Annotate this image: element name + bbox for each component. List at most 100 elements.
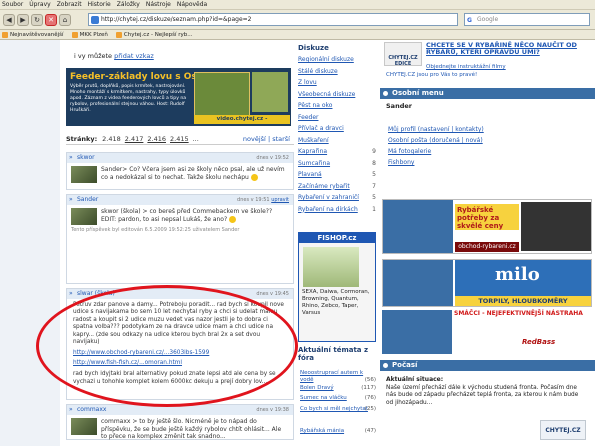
forum-post: » Sander dnes v 19:51 upravit skwor (škola…	[66, 194, 294, 284]
forum-post: » commaxx dnes v 19:38 commaxx > to by ješ…	[66, 404, 294, 440]
pager-label: Stránky:	[66, 134, 98, 143]
smacci-ad[interactable]: SMÁČCI - NEJEFEKTIVNĚJŠÍ NÁSTRAHA RedBas…	[382, 310, 592, 356]
edit-note: Tento příspěvek byl editován 6.5.2009 19…	[71, 227, 240, 233]
arrow-icon: »	[69, 196, 73, 203]
menu-bookmarks[interactable]: Záložky	[117, 1, 140, 8]
milo-logo: milo	[495, 264, 540, 285]
obchod-ad[interactable]: Rybářské potřeby za skvělé ceny obchod-r…	[382, 199, 592, 254]
search-placeholder: Google	[477, 16, 499, 23]
bookmark-item[interactable]: MKK Plzeň	[71, 31, 108, 38]
bullet-icon	[383, 363, 388, 368]
page-link[interactable]: 2.416	[147, 135, 166, 143]
profile-link[interactable]: Můj profil (nastavení | kontakty)	[388, 126, 484, 133]
menu-tools[interactable]: Nástroje	[146, 1, 171, 8]
diskuze-item[interactable]: Rybaření na dírkách 1	[296, 204, 378, 216]
post-author[interactable]: Sander	[77, 196, 98, 203]
chytej-logo: CHYTEJ.CZ	[540, 420, 586, 440]
page-link[interactable]: 2.417	[125, 135, 144, 143]
avatar	[71, 418, 97, 435]
add-message-link[interactable]: přidat vzkaz	[114, 52, 154, 60]
diskuze-item[interactable]: Plavaná 5	[296, 169, 378, 181]
banner-image-2	[252, 72, 288, 112]
reload-button[interactable]: ↻	[31, 13, 43, 26]
bookmark-item[interactable]: Chytej.cz - Nejlepší ryb...	[115, 31, 193, 38]
aktual-item[interactable]: Neoostruprací autem k vodě (56)	[300, 370, 376, 384]
gallery-link[interactable]: Má fotogalerie	[388, 148, 431, 155]
google-icon: G	[467, 17, 472, 24]
bookmark-icon	[115, 31, 122, 38]
diskuze-item[interactable]: Kaprařina 9	[296, 146, 378, 158]
search-input[interactable]: G Google	[464, 13, 590, 26]
older-link[interactable]: starší	[272, 135, 290, 143]
pager-nav: novější | starší	[242, 134, 290, 143]
diskuze-item[interactable]: Stálé diskuze	[296, 66, 378, 78]
home-button[interactable]: ⌂	[59, 13, 71, 26]
aktual-item[interactable]: Co bych si měl nejchytat (25)	[300, 406, 376, 413]
edice-headline[interactable]: CHCETE SE V RYBAŘINĚ NĚCO NAUČIT OD RYBÁ…	[426, 42, 586, 56]
mail-link[interactable]: Osobní pošta (doručená | nová)	[388, 137, 483, 144]
weather-head: Aktuální situace:	[386, 376, 444, 383]
ad-sidebar-block	[383, 260, 453, 306]
edice-sub2[interactable]: CHYTEJ.CZ jsou pro Vás to pravé!	[386, 72, 477, 78]
fishop-image	[303, 247, 359, 287]
aktual-item[interactable]: Sumec na vláčku (76)	[300, 395, 376, 402]
fishop-brands: SEXA, Daiwa, Cormoran, Browning, Quantum…	[302, 289, 370, 316]
url-bar[interactable]: http://chytej.cz/diskuze/seznam.php?id=&…	[88, 13, 458, 26]
back-button[interactable]: ◀	[3, 13, 15, 26]
diskuze-item[interactable]: Regionální diskuze	[296, 54, 378, 66]
post-header: » Sander dnes v 19:51 upravit	[67, 195, 293, 205]
weather-header: Počasí	[380, 360, 595, 371]
banner-url: video.chytej.cz - www.rybarskefilmy.cz	[194, 115, 290, 126]
discussion-menu: Diskuze Regionální diskuze Stálé diskuze…	[296, 40, 378, 446]
diskuze-item[interactable]: Pěst na oko	[296, 100, 378, 112]
edice-ad[interactable]: CHYTEJ.CZ EDICE CHCETE SE V RYBAŘINĚ NĚC…	[384, 42, 590, 70]
menu-file[interactable]: Soubor	[2, 1, 23, 8]
bookmark-icon	[2, 31, 8, 38]
post-author[interactable]: skwor	[77, 154, 95, 161]
forward-button[interactable]: ▶	[17, 13, 29, 26]
ad-sidebar-block	[383, 200, 453, 253]
menu-view[interactable]: Zobrazit	[57, 1, 82, 8]
left-gutter	[0, 40, 60, 446]
site-favicon-icon	[91, 16, 99, 24]
menu-bar: Soubor Úpravy Zobrazit Historie Záložky …	[0, 0, 595, 10]
menu-history[interactable]: Historie	[88, 1, 111, 8]
diskuze-item[interactable]: Všeobecná diskuze	[296, 89, 378, 101]
page-content: i vy můžete přidat vzkaz Feeder-základy …	[0, 40, 595, 446]
fishop-ad[interactable]: FISHOP.cz SEXA, Daiwa, Cormoran, Brownin…	[298, 232, 376, 342]
post-text: commaxx > to by ještě šlo. Nicméně je to…	[101, 418, 282, 440]
milo-ad[interactable]: milo TORPILY, HLOUBKOMĚRY	[382, 259, 592, 307]
post-author[interactable]: commaxx	[77, 406, 106, 413]
milo-bar: TORPILY, HLOUBKOMĚRY	[455, 296, 591, 306]
user-name: Sander	[386, 102, 412, 110]
menu-edit[interactable]: Úpravy	[29, 1, 50, 8]
page-link[interactable]: 2.415	[170, 135, 189, 143]
avatar	[71, 208, 97, 225]
diskuze-item[interactable]: Z lovu	[296, 77, 378, 89]
red-highlight-ellipse	[36, 285, 298, 407]
weather-body: Naše území přechází dále k východu stude…	[386, 384, 579, 406]
aktual-item[interactable]: Rybářská mánia (47)	[300, 428, 376, 435]
aktual-title: Aktuální témata z fóra	[298, 346, 369, 362]
smacci-title: SMÁČCI - NEJEFEKTIVNĚJŠÍ NÁSTRAHA	[454, 310, 583, 317]
diskuze-item[interactable]: Přívlač a dravci	[296, 123, 378, 135]
video-banner[interactable]: Feeder-základy lovu s Ospreyem Výběr pru…	[66, 68, 291, 126]
fishbony-link[interactable]: Fishbony	[388, 159, 414, 166]
aktual-item[interactable]: Bolen Dravý (117)	[300, 385, 376, 392]
menu-help[interactable]: Nápověda	[177, 1, 207, 8]
diskuze-item[interactable]: Začínáme rybařit 7	[296, 181, 378, 193]
arrow-icon: »	[69, 154, 73, 161]
newer-link[interactable]: novější	[243, 135, 266, 143]
bookmark-icon	[71, 31, 78, 38]
diskuze-item[interactable]: Rybaření v zahraničí 5	[296, 192, 378, 204]
stop-button[interactable]: ✕	[45, 13, 57, 26]
bookmark-item[interactable]: Nejnavštěvovanější	[2, 31, 64, 38]
diskuze-item[interactable]: Sumcařina 8	[296, 158, 378, 170]
page-link[interactable]: 2.418	[102, 135, 121, 143]
diskuze-item[interactable]: Feeder	[296, 112, 378, 124]
diskuze-item[interactable]: Muškaření	[296, 135, 378, 147]
edice-sub[interactable]: Objednejte instruktážní filmy	[426, 64, 506, 70]
pager: Stránky: 2.418 2.417 2.416 2.415 ... nov…	[66, 133, 294, 145]
reel-image	[521, 202, 591, 251]
edit-link[interactable]: upravit	[271, 197, 289, 203]
